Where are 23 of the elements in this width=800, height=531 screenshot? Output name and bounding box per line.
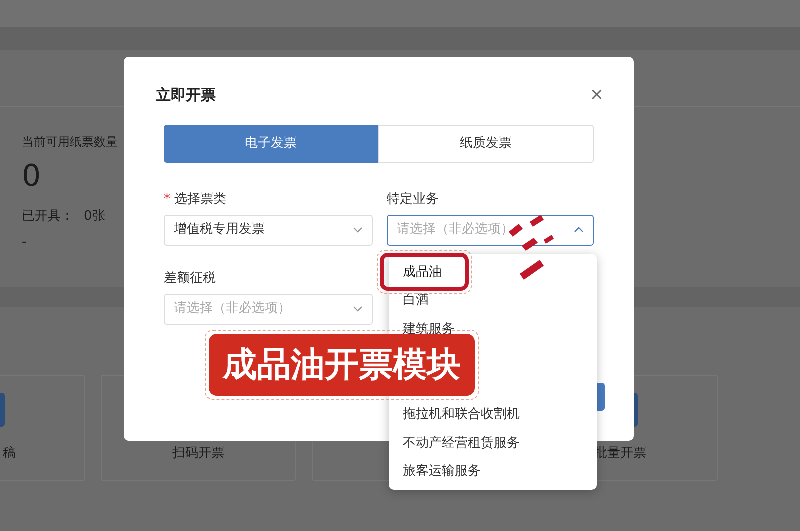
dropdown-item[interactable]: 旅客运输服务 xyxy=(403,462,481,482)
field-label: 特定业务 xyxy=(387,190,440,208)
callout-label: 成品油开票模块 xyxy=(209,334,475,396)
chevron-down-icon xyxy=(353,227,363,233)
tab[interactable]: 电子发票 xyxy=(164,124,378,162)
tab[interactable]: 纸质发票 xyxy=(378,124,594,162)
card-label: 稿 xyxy=(3,445,16,463)
chevron-down-icon xyxy=(353,306,363,312)
stat-label: 当前可用纸票数量 xyxy=(22,134,118,151)
issued-label: 已开具： xyxy=(22,208,74,226)
stat-value: 0 xyxy=(22,158,42,196)
select-field[interactable]: 增值税专用发票 xyxy=(164,214,373,246)
field-label: * 选择票类 xyxy=(164,190,228,208)
dropdown-item[interactable]: 白酒 xyxy=(403,291,429,310)
field-label: 差额征税 xyxy=(164,270,217,288)
chevron-up-icon xyxy=(574,227,584,233)
dialog-title: 立即开票 xyxy=(156,85,216,106)
close-button[interactable]: × xyxy=(590,86,604,104)
issued-value: 0张 xyxy=(84,208,106,226)
dropdown-item[interactable]: 不动产经营租赁服务 xyxy=(403,434,520,453)
stat-note: - xyxy=(22,234,27,252)
card-label: 扫码开票 xyxy=(172,445,224,463)
dropdown-item[interactable]: 拖拉机和联合收割机 xyxy=(403,405,520,424)
